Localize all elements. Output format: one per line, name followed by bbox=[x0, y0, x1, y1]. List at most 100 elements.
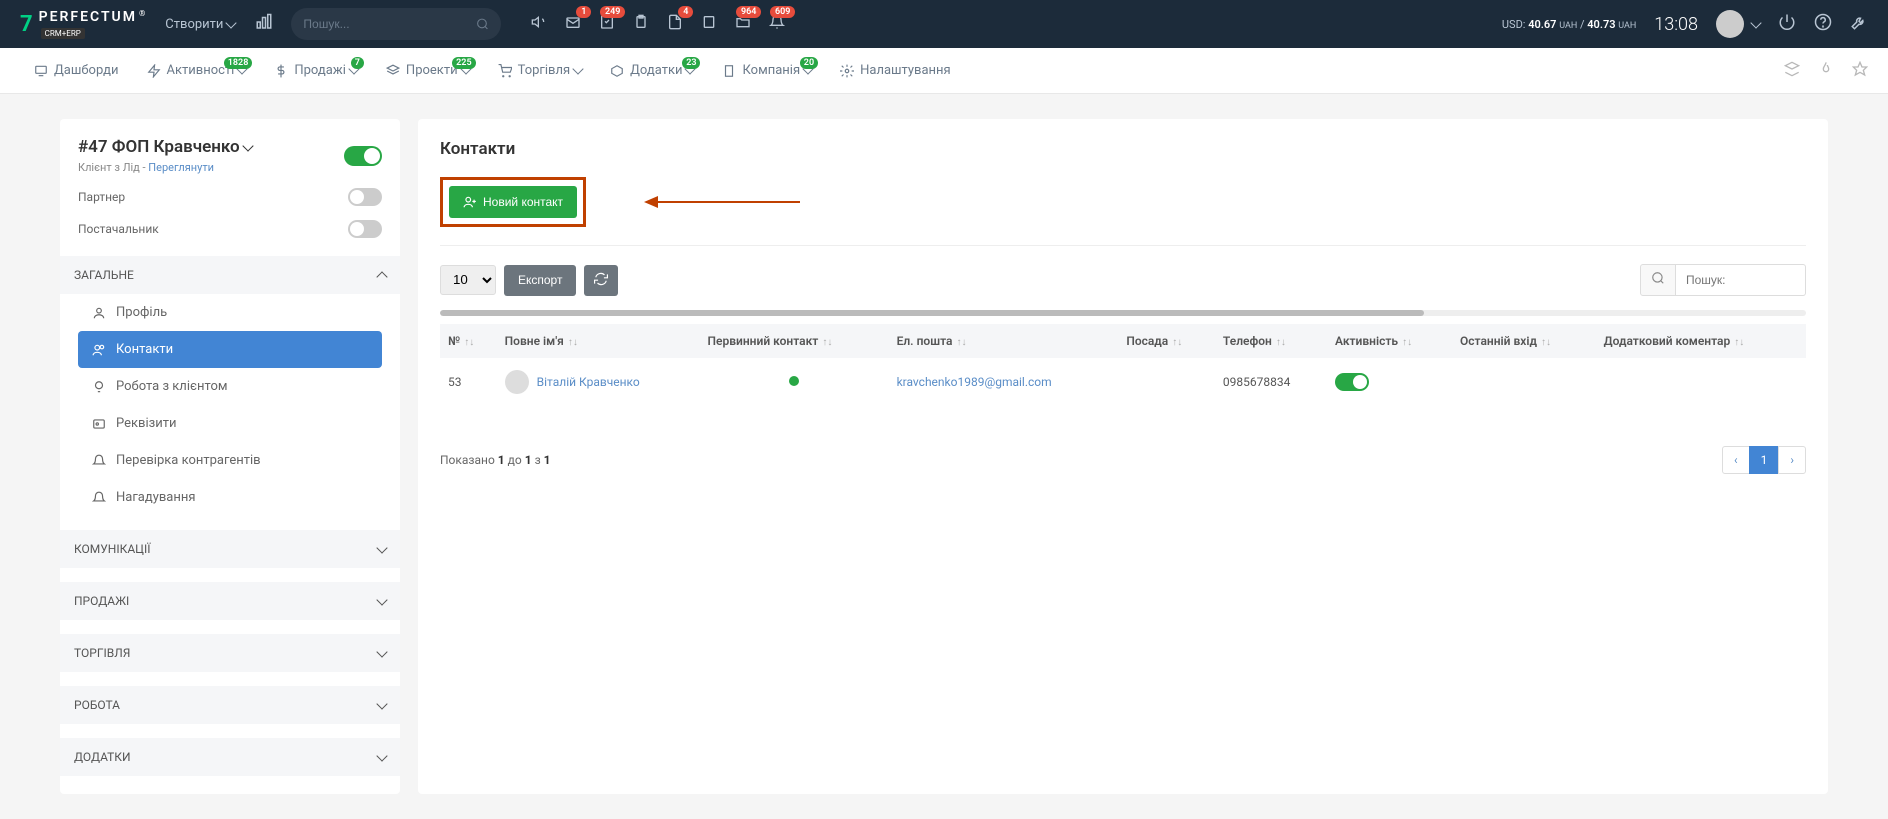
user-avatar[interactable] bbox=[1716, 10, 1744, 38]
section-general[interactable]: ЗАГАЛЬНЕ bbox=[60, 256, 400, 294]
create-button[interactable]: Створити bbox=[165, 17, 235, 32]
page-size-select[interactable]: 10 bbox=[440, 265, 496, 295]
sort-icon[interactable]: ↑↓ bbox=[1172, 337, 1182, 348]
page-prev[interactable]: ‹ bbox=[1722, 446, 1750, 474]
page-current[interactable]: 1 bbox=[1749, 446, 1780, 474]
nav-addons[interactable]: Додатки 23 bbox=[596, 63, 708, 78]
star-icon[interactable] bbox=[1852, 61, 1868, 81]
sub-nav: Дашборди Активності 1828 Продажі 7 Проек… bbox=[0, 48, 1888, 94]
contact-name-link[interactable]: Віталій Кравченко bbox=[505, 370, 692, 394]
sort-icon[interactable]: ↑↓ bbox=[1402, 337, 1412, 348]
chevron-down-icon bbox=[242, 140, 253, 151]
nav-company[interactable]: Компанія 20 bbox=[708, 63, 826, 78]
chevron-down-icon bbox=[226, 17, 237, 28]
building-icon bbox=[722, 64, 736, 78]
section-addons[interactable]: ДОДАТКИ bbox=[60, 738, 400, 776]
files-icon[interactable] bbox=[701, 14, 717, 34]
horizontal-scroll[interactable] bbox=[440, 310, 1806, 316]
nav-activities[interactable]: Активності 1828 bbox=[133, 63, 261, 78]
table-row[interactable]: 53 Віталій Кравченко kravchenko1989@gmai… bbox=[440, 358, 1806, 406]
nav-projects[interactable]: Проекти 225 bbox=[372, 63, 484, 78]
menu-client-work[interactable]: Робота з клієнтом bbox=[78, 368, 382, 405]
view-link[interactable]: Переглянути bbox=[148, 161, 214, 174]
sort-icon[interactable]: ↑↓ bbox=[1541, 337, 1551, 348]
user-plus-icon bbox=[463, 195, 477, 209]
fire-icon[interactable] bbox=[1818, 61, 1834, 81]
chevron-down-icon bbox=[376, 698, 387, 709]
cart-icon bbox=[498, 64, 512, 78]
nav-dashboards[interactable]: Дашборди bbox=[20, 63, 133, 78]
chevron-down-icon bbox=[376, 646, 387, 657]
sort-icon[interactable]: ↑↓ bbox=[568, 337, 578, 348]
sort-icon[interactable]: ↑↓ bbox=[1276, 337, 1286, 348]
partner-label: Партнер bbox=[78, 190, 125, 204]
refresh-icon bbox=[594, 272, 608, 286]
nav-company-badge: 20 bbox=[800, 57, 818, 69]
monitor-icon bbox=[34, 64, 48, 78]
client-meta: Клієнт з Лід - Переглянути bbox=[78, 161, 252, 174]
refresh-button[interactable] bbox=[584, 265, 618, 296]
sort-icon[interactable]: ↑↓ bbox=[956, 337, 966, 348]
sort-icon[interactable]: ↑↓ bbox=[464, 337, 474, 348]
email-link[interactable]: kravchenko1989@gmail.com bbox=[897, 375, 1052, 389]
menu-profile[interactable]: Профіль bbox=[78, 294, 382, 331]
docs-icon[interactable]: 4 bbox=[667, 14, 683, 34]
col-last-login: Останній вхід↑↓ bbox=[1452, 324, 1596, 358]
new-contact-button[interactable]: Новий контакт bbox=[449, 186, 577, 218]
tasks-icon[interactable]: 249 bbox=[599, 14, 615, 34]
nav-sales-badge: 7 bbox=[351, 57, 364, 69]
table-search-input[interactable] bbox=[1676, 264, 1806, 296]
menu-requisites[interactable]: Реквізити bbox=[78, 405, 382, 442]
section-work[interactable]: РОБОТА bbox=[60, 686, 400, 724]
section-comm[interactable]: КОМУНІКАЦІЇ bbox=[60, 530, 400, 568]
layers-icon bbox=[386, 64, 400, 78]
bell-icon[interactable]: 609 bbox=[769, 14, 785, 34]
section-sales[interactable]: ПРОДАЖІ bbox=[60, 582, 400, 620]
menu-reminders[interactable]: Нагадування bbox=[78, 479, 382, 516]
docs-badge: 4 bbox=[678, 6, 693, 18]
logo-badge: CRM+ERP bbox=[41, 28, 85, 39]
col-email: Ел. пошта↑↓ bbox=[889, 324, 1119, 358]
wrench-icon[interactable] bbox=[1850, 13, 1868, 35]
stats-icon[interactable] bbox=[255, 13, 273, 35]
clipboard-icon[interactable] bbox=[633, 14, 649, 34]
menu-check[interactable]: Перевірка контрагентів bbox=[78, 442, 382, 479]
sidebar-panel: #47 ФОП Кравченко Клієнт з Лід - Перегля… bbox=[60, 119, 400, 794]
sort-icon[interactable]: ↑↓ bbox=[822, 337, 832, 348]
currency-display: USD: 40.67 UAH / 40.73 UAH bbox=[1502, 18, 1636, 31]
client-active-toggle[interactable] bbox=[344, 146, 382, 166]
menu-contacts[interactable]: Контакти bbox=[78, 331, 382, 368]
stack-icon[interactable] bbox=[1784, 61, 1800, 81]
search-input[interactable] bbox=[303, 17, 476, 31]
activity-toggle[interactable] bbox=[1335, 373, 1369, 391]
page-next[interactable]: › bbox=[1778, 446, 1806, 474]
time-display: 13:08 bbox=[1654, 14, 1698, 35]
search-box[interactable] bbox=[291, 8, 501, 40]
col-position: Посада↑↓ bbox=[1118, 324, 1215, 358]
content-panel: Контакти Новий контакт 10 Експорт bbox=[418, 119, 1828, 794]
nav-sales[interactable]: Продажі 7 bbox=[260, 63, 372, 78]
supplier-toggle[interactable] bbox=[348, 220, 382, 238]
chevron-down-icon bbox=[572, 63, 583, 74]
top-header: 7 PERFECTUM® CRM+ERP Створити 1 249 bbox=[0, 0, 1888, 48]
user-icon bbox=[92, 306, 106, 320]
pager: ‹ 1 › bbox=[1723, 446, 1806, 474]
mail-icon[interactable]: 1 bbox=[565, 14, 581, 34]
sound-icon[interactable] bbox=[531, 14, 547, 34]
logo[interactable]: 7 PERFECTUM® CRM+ERP bbox=[20, 9, 145, 40]
help-icon[interactable] bbox=[1814, 13, 1832, 35]
section-trade[interactable]: ТОРГІВЛЯ bbox=[60, 634, 400, 672]
col-comment: Додатковий коментар↑↓ bbox=[1596, 324, 1806, 358]
client-title[interactable]: #47 ФОП Кравченко bbox=[78, 137, 252, 157]
user-chevron-icon[interactable] bbox=[1750, 17, 1761, 28]
dollar-icon bbox=[274, 64, 288, 78]
power-icon[interactable] bbox=[1778, 13, 1796, 35]
export-button[interactable]: Експорт bbox=[504, 265, 576, 296]
nav-trade[interactable]: Торгівля bbox=[484, 63, 597, 78]
nav-addons-badge: 23 bbox=[682, 57, 700, 69]
partner-toggle[interactable] bbox=[348, 188, 382, 206]
users-icon bbox=[92, 343, 106, 357]
nav-settings[interactable]: Налаштування bbox=[826, 63, 965, 78]
folder-icon[interactable]: 964 bbox=[735, 14, 751, 34]
sort-icon[interactable]: ↑↓ bbox=[1734, 337, 1744, 348]
